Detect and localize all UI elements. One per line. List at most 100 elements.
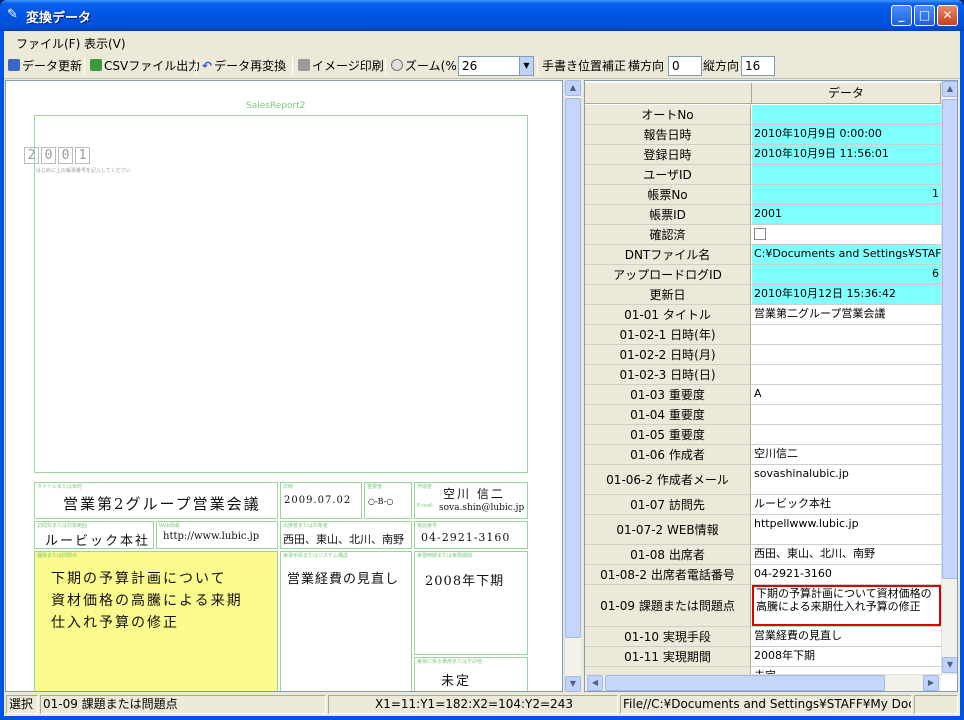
grid-row[interactable]: 01-03 重要度 A (585, 385, 941, 405)
grid-row-value[interactable] (752, 425, 941, 444)
grid-row-value[interactable] (752, 365, 941, 384)
grid-row-value[interactable]: sovashinalubic.jp (752, 465, 941, 494)
grid-row[interactable]: 更新日 2010年10月12日 15:36:42 (585, 285, 941, 305)
grid-row-value[interactable]: 2010年10月9日 11:56:01 (752, 145, 941, 164)
grid-row-value[interactable]: 04-2921-3160 (752, 565, 941, 584)
field-importance[interactable]: 重要度 ○-B-○ (364, 482, 412, 519)
grid-row-value[interactable]: 下期の予算計画について資材価格の高騰による来期仕入れ予算の修正 (752, 585, 941, 626)
grid-header-data[interactable]: データ (752, 83, 941, 104)
form-vertical-scrollbar[interactable]: ▲ ▼ (564, 80, 581, 692)
scroll-right-icon[interactable]: ▶ (923, 675, 939, 691)
grid-row[interactable]: 01-06 作成者 空川信二 (585, 445, 941, 465)
grid-row-value[interactable] (752, 345, 941, 364)
horizontal-offset-input[interactable]: 0 (668, 56, 702, 76)
grid-row[interactable]: 01-11 実現期間 2008年下期 (585, 647, 941, 667)
scroll-down-icon[interactable]: ▼ (565, 676, 581, 692)
grid-row-value[interactable]: 1 (752, 185, 941, 204)
grid-row-value[interactable]: 2008年下期 (752, 647, 941, 666)
field-date[interactable]: 日時 2009.07.02 (280, 482, 362, 519)
scroll-up-icon[interactable]: ▲ (942, 81, 957, 97)
grid-row-value[interactable]: 2001 (752, 205, 941, 224)
handwritten-method: 営業経費の見直し (287, 572, 400, 587)
panel-splitter[interactable]: ▲ ▼ (564, 80, 582, 692)
grid-row-value[interactable]: 2010年10月12日 15:36:42 (752, 285, 941, 304)
grid-row[interactable]: 01-04 重要度 (585, 405, 941, 425)
title-bar[interactable]: ✎ 変換データ _ □ ✕ (0, 0, 964, 31)
field-attendees[interactable]: 出席者または対象者 西田、東山、北川、南野 (280, 521, 412, 549)
field-title[interactable]: タイトルまたは目的 営業第2グループ営業会議 (34, 482, 278, 519)
scroll-left-icon[interactable]: ◀ (587, 675, 603, 691)
grid-row-value[interactable]: 2010年10月9日 0:00:00 (752, 125, 941, 144)
chevron-down-icon[interactable]: ▼ (519, 57, 533, 75)
grid-row[interactable]: 01-09 課題または問題点 下期の予算計画について資材価格の高騰による来期仕入れ… (585, 585, 941, 627)
grid-row-value[interactable]: A (752, 385, 941, 404)
field-period[interactable]: 実現時期または実現期間 2008年下期 (414, 551, 528, 655)
grid-row[interactable]: オートNo (585, 105, 941, 125)
grid-row-value[interactable]: 西田、東山、北川、南野 (752, 545, 941, 564)
grid-row[interactable]: 01-01 タイトル 営業第二グループ営業会議 (585, 305, 941, 325)
grid-row-value[interactable] (752, 165, 941, 184)
grid-row[interactable]: 帳票No 1 (585, 185, 941, 205)
grid-row[interactable]: 01-07-2 WEB情報 httpellwww.lubic.jp (585, 515, 941, 545)
grid-vertical-scrollbar[interactable]: ▲ ▼ (941, 81, 957, 675)
field-related[interactable]: 実現に係る費用またはその他 未定 (414, 657, 528, 691)
csv-export-button[interactable]: CSVファイル出力 (90, 57, 200, 75)
grid-row-value[interactable]: 空川信二 (752, 445, 941, 464)
grid-row-key: 確認済 (585, 225, 751, 244)
menu-view[interactable]: 表示(V) (84, 35, 126, 52)
grid-row-value[interactable]: ルービック本社 (752, 495, 941, 514)
field-issue[interactable]: 課題または問題点 下期の予算計画について 資材価格の高騰による来期 仕入れ予算の… (34, 551, 278, 691)
menu-file[interactable]: ファイル(F) (16, 35, 80, 52)
grid-row-value[interactable]: 6 (752, 265, 941, 284)
grid-row[interactable]: 確認済 (585, 225, 941, 245)
grid-row[interactable]: 01-07 訪問先 ルービック本社 (585, 495, 941, 515)
grid-row[interactable]: ユーザID (585, 165, 941, 185)
grid-row[interactable]: 01-06-2 作成者メール sovashinalubic.jp (585, 465, 941, 495)
scroll-thumb[interactable] (565, 98, 581, 638)
grid-row[interactable]: 01-02-3 日時(日) (585, 365, 941, 385)
horizontal-label: 横方向 (628, 59, 665, 73)
grid-row-value[interactable] (752, 405, 941, 424)
reconvert-button[interactable]: ↶ データ再変換 (202, 57, 286, 75)
grid-row-value[interactable]: C:¥Documents and Settings¥STAFF¥ (752, 245, 941, 264)
scroll-down-icon[interactable]: ▼ (942, 657, 957, 673)
grid-row[interactable]: 01-02-1 日時(年) (585, 325, 941, 345)
grid-row[interactable]: 01-08-2 出席者電話番号 04-2921-3160 (585, 565, 941, 585)
zoom-select[interactable]: 26 ▼ (458, 56, 534, 76)
grid-row[interactable]: 01-05 重要度 (585, 425, 941, 445)
grid-row-checkbox-cell[interactable] (752, 225, 941, 244)
grid-row[interactable]: 01-10 実現手段 営業経費の見直し (585, 627, 941, 647)
grid-row-value[interactable]: 営業経費の見直し (752, 627, 941, 646)
grid-row-value[interactable] (752, 325, 941, 344)
grid-horizontal-scrollbar[interactable]: ◀ ▶ (585, 674, 941, 691)
minimize-button[interactable]: _ (891, 5, 912, 26)
form-image-panel[interactable]: SalesReport2 2001 はじめに上の帳票番号を記入してください タイ… (5, 80, 563, 692)
grid-row-value[interactable]: 営業第二グループ営業会議 (752, 305, 941, 324)
field-author[interactable]: 作成者 空川 信二 E-mail sova.shin@lubic.jp (414, 482, 528, 519)
field-method[interactable]: 実現手段またはシステム構成 営業経費の見直し (280, 551, 412, 691)
save-icon (8, 59, 20, 71)
scroll-up-icon[interactable]: ▲ (565, 80, 581, 96)
scroll-thumb[interactable] (942, 99, 957, 579)
print-image-button[interactable]: イメージ印刷 (298, 57, 384, 75)
refresh-data-button[interactable]: データ更新 (8, 57, 82, 75)
grid-row[interactable]: 登録日時 2010年10月9日 11:56:01 (585, 145, 941, 165)
maximize-button[interactable]: □ (914, 5, 935, 26)
grid-row-key: 帳票ID (585, 205, 751, 224)
grid-row[interactable]: 01-02-2 日時(月) (585, 345, 941, 365)
grid-row[interactable]: 報告日時 2010年10月9日 0:00:00 (585, 125, 941, 145)
field-phone[interactable]: 電話番号 04-2921-3160 (414, 521, 528, 549)
scroll-thumb[interactable] (605, 675, 885, 691)
close-button[interactable]: ✕ (937, 5, 958, 26)
grid-row-value[interactable]: httpellwww.lubic.jp (752, 515, 941, 544)
field-visit[interactable]: 訪問先または対象範囲 ルービック本社 (34, 521, 154, 549)
grid-row[interactable]: アップロードログID 6 (585, 265, 941, 285)
vertical-offset-input[interactable]: 16 (741, 56, 775, 76)
grid-row[interactable]: DNTファイル名 C:¥Documents and Settings¥STAFF¥ (585, 245, 941, 265)
confirmed-checkbox[interactable] (754, 228, 766, 240)
grid-row-value[interactable] (752, 105, 941, 124)
field-web[interactable]: Web情報 http://www.lubic.jp (156, 521, 278, 549)
grid-row[interactable]: 01-08 出席者 西田、東山、北川、南野 (585, 545, 941, 565)
grid-row[interactable]: 帳票ID 2001 (585, 205, 941, 225)
id-digit: 0 (58, 147, 73, 164)
